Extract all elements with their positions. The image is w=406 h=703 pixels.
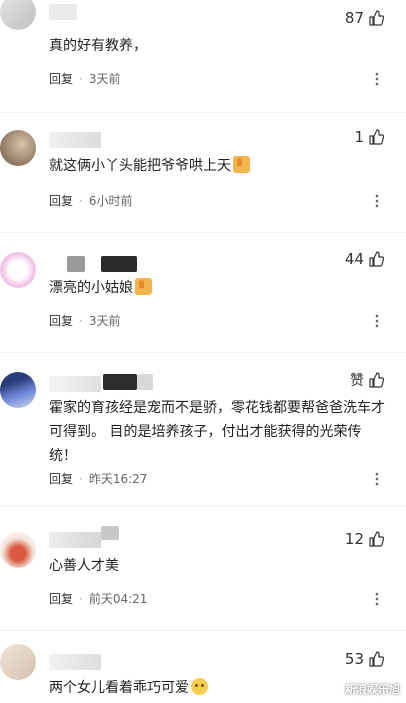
comment-time: 3天前	[88, 314, 121, 328]
username-blurred[interactable]	[49, 532, 101, 548]
username-blurred[interactable]	[137, 374, 153, 390]
like-count: 87	[344, 9, 364, 27]
comment-meta: 回复 · 昨天16:27	[49, 470, 147, 487]
like-count: 12	[344, 530, 364, 548]
divider	[0, 506, 406, 507]
comment-text: 霍家的育孩经是宠而不是骄，零花钱都要帮爸爸洗车才可得到。 目的是培养孩子，付出才…	[49, 400, 385, 464]
thumbs-up-emoji-icon	[135, 278, 152, 295]
comment-meta: 回复 · 3天前	[49, 312, 120, 329]
more-icon[interactable]	[370, 194, 384, 208]
separator-dot: ·	[79, 313, 83, 328]
username-blurred[interactable]	[101, 256, 137, 272]
more-icon[interactable]	[370, 72, 384, 86]
more-icon[interactable]	[370, 314, 384, 328]
watermark: 新浪娱乐旭	[345, 683, 400, 696]
reply-button[interactable]: 回复	[49, 192, 73, 209]
like-button[interactable]: 12	[345, 530, 384, 548]
thumbs-up-icon	[369, 129, 384, 145]
comment-text: 心善人才美	[49, 558, 119, 574]
comment-text: 就这俩小丫头能把爷爷哄上天	[49, 154, 386, 178]
avatar[interactable]	[0, 252, 36, 288]
reply-button[interactable]: 回复	[49, 312, 73, 329]
pleading-face-emoji-icon	[191, 678, 208, 695]
like-count: 1	[354, 128, 364, 146]
thumbs-up-icon	[369, 251, 384, 267]
reply-button[interactable]: 回复	[49, 470, 73, 487]
username-blurred[interactable]	[101, 526, 119, 540]
avatar[interactable]	[0, 372, 36, 408]
thumbs-up-icon	[369, 531, 384, 547]
divider	[0, 232, 406, 233]
username-blurred[interactable]	[49, 376, 101, 392]
comment-meta: 回复 · 6小时前	[49, 192, 132, 209]
comment-meta: 回复 · 前天04:21	[49, 590, 147, 607]
reply-button[interactable]: 回复	[49, 590, 73, 607]
divider	[0, 352, 406, 353]
avatar[interactable]	[0, 532, 36, 568]
like-button[interactable]: 87	[345, 9, 384, 27]
comment-time: 前天04:21	[88, 592, 148, 606]
like-count: 赞	[350, 373, 364, 389]
avatar[interactable]	[0, 130, 36, 166]
username-blurred[interactable]	[67, 256, 85, 272]
separator-dot: ·	[79, 471, 83, 486]
like-button[interactable]: 44	[345, 250, 384, 268]
thumbs-up-icon	[369, 372, 384, 388]
thumbs-up-icon	[369, 10, 384, 26]
like-count: 44	[344, 250, 364, 268]
like-button[interactable]: 53	[345, 650, 384, 668]
username-blurred[interactable]	[49, 654, 101, 670]
like-count: 53	[344, 650, 364, 668]
comment-text: 两个女儿看着乖巧可爱	[49, 676, 386, 700]
thumbs-up-icon	[369, 651, 384, 667]
comment-meta: 回复 · 3天前	[49, 70, 120, 87]
comment-time: 3天前	[88, 72, 121, 86]
username-blurred[interactable]	[103, 374, 137, 390]
separator-dot: ·	[79, 71, 83, 86]
comment-text: 漂亮的小姑娘	[49, 276, 386, 300]
username-blurred[interactable]	[49, 4, 77, 20]
reply-button[interactable]: 回复	[49, 70, 73, 87]
username-blurred[interactable]	[49, 132, 101, 148]
separator-dot: ·	[79, 193, 83, 208]
avatar[interactable]	[0, 0, 36, 30]
thumbs-up-emoji-icon	[233, 156, 250, 173]
divider	[0, 112, 406, 113]
like-button[interactable]: 1	[354, 128, 384, 146]
more-icon[interactable]	[370, 472, 384, 486]
comment-text: 真的好有教养，	[49, 38, 147, 54]
more-icon[interactable]	[370, 592, 384, 606]
avatar[interactable]	[0, 644, 36, 680]
like-button[interactable]: 赞	[350, 370, 384, 390]
comment-time: 昨天16:27	[88, 472, 148, 486]
separator-dot: ·	[79, 591, 83, 606]
comment-time: 6小时前	[88, 194, 133, 208]
divider	[0, 630, 406, 631]
